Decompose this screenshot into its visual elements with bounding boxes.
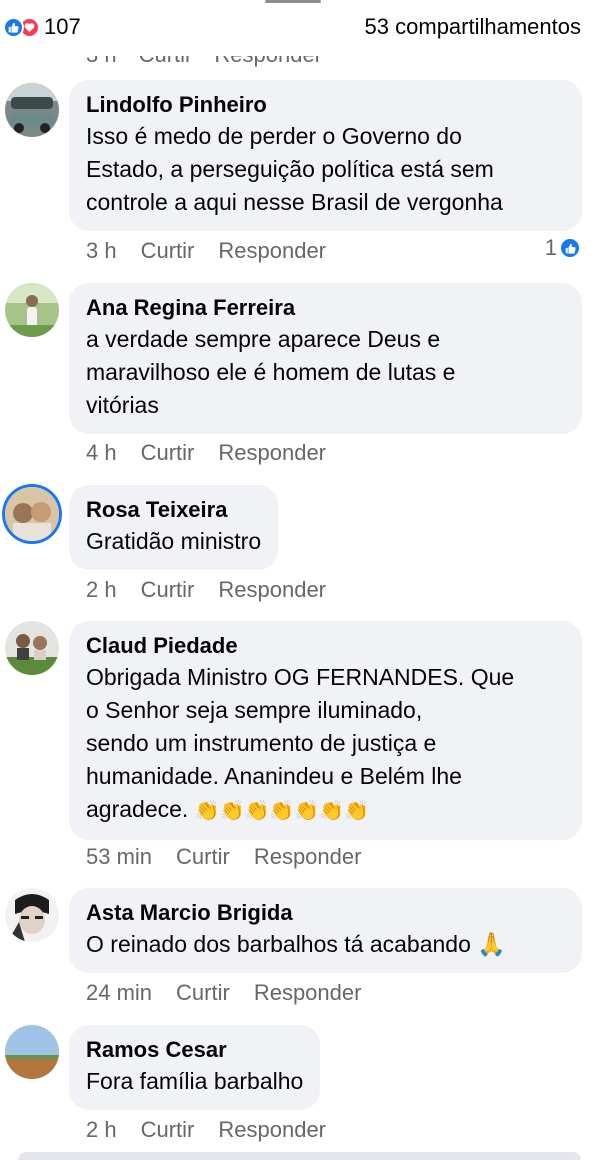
comment-actions: 2 h Curtir Responder: [86, 577, 350, 603]
comment-time: 3 h: [86, 238, 117, 263]
comment-actions: 53 min Curtir Responder: [86, 844, 385, 870]
like-link[interactable]: Curtir: [176, 980, 230, 1005]
comment-composer-edge[interactable]: [18, 1152, 581, 1160]
avatar[interactable]: [5, 1025, 59, 1079]
comment-bubble[interactable]: Claud Piedade Obrigada Ministro OG FERNA…: [69, 621, 582, 840]
comment-text: Isso é medo de perder o Governo do Estad…: [86, 123, 503, 215]
comment-text-block: O reinado dos barbalhos tá acabando 🙏: [86, 928, 565, 961]
avatar[interactable]: [5, 621, 59, 675]
comment-reaction-count[interactable]: 1: [545, 235, 581, 261]
reply-link[interactable]: Responder: [218, 577, 326, 602]
comment-text: Obrigada Ministro OG FERNANDES. Que o Se…: [86, 664, 515, 822]
comment-time: 53 min: [86, 844, 153, 869]
reply-link[interactable]: Responder: [254, 980, 362, 1005]
like-link[interactable]: Curtir: [141, 238, 195, 263]
reactions-header: 107 53 compartilhamentos: [0, 0, 599, 56]
comment-bubble[interactable]: Ana Regina Ferreira a verdade sempre apa…: [69, 283, 582, 434]
like-reaction-icon: [3, 16, 24, 38]
comment-bubble[interactable]: Ramos Cesar Fora família barbalho: [69, 1025, 321, 1110]
comment-bubble[interactable]: Lindolfo Pinheiro Isso é medo de perder …: [69, 80, 582, 231]
comment-actions: 4 h Curtir Responder: [86, 440, 350, 466]
reaction-count: 107: [44, 14, 81, 39]
comment-text: a verdade sempre aparece Deus e maravilh…: [86, 326, 456, 418]
comment-actions: 24 min Curtir Responder: [86, 980, 385, 1006]
commenter-name[interactable]: Rosa Teixeira: [86, 495, 261, 525]
clapping-hands-emoji: 👏👏👏👏👏👏👏: [194, 800, 370, 822]
commenter-name[interactable]: Asta Marcio Brigida: [86, 898, 565, 928]
comment-actions: 2 h Curtir Responder: [86, 1117, 350, 1143]
comment-actions: 3 h Curtir Responder: [86, 238, 350, 264]
commenter-name[interactable]: Claud Piedade: [86, 631, 565, 661]
comment-time: 24 min: [86, 980, 153, 1005]
commenter-name[interactable]: Lindolfo Pinheiro: [86, 90, 565, 120]
like-link[interactable]: Curtir: [141, 577, 195, 602]
reply-link[interactable]: Responder: [218, 238, 326, 263]
commenter-name[interactable]: Ramos Cesar: [86, 1035, 303, 1065]
comment-text-block: Obrigada Ministro OG FERNANDES. Que o Se…: [86, 661, 565, 828]
like-reaction-icon: [559, 237, 581, 259]
reaction-summary[interactable]: 107: [3, 14, 81, 40]
commenter-name[interactable]: Ana Regina Ferreira: [86, 293, 565, 323]
comment-bubble[interactable]: Rosa Teixeira Gratidão ministro: [69, 485, 279, 570]
avatar[interactable]: [5, 83, 59, 137]
comment-time: 2 h: [86, 1117, 117, 1142]
drag-handle[interactable]: [265, 0, 321, 3]
avatar[interactable]: [5, 487, 59, 541]
reply-link[interactable]: Responder: [218, 440, 326, 465]
comment-text: O reinado dos barbalhos tá acabando: [86, 931, 471, 957]
reply-link[interactable]: Responder: [254, 844, 362, 869]
shares-count[interactable]: 53 compartilhamentos: [365, 14, 581, 40]
comment-text: Gratidão ministro: [86, 528, 262, 554]
avatar[interactable]: [5, 888, 59, 942]
comment-text: Fora família barbalho: [86, 1068, 304, 1094]
comment-time: 4 h: [86, 440, 117, 465]
like-link[interactable]: Curtir: [141, 1117, 195, 1142]
like-link[interactable]: Curtir: [141, 440, 195, 465]
folded-hands-emoji: 🙏: [477, 931, 506, 957]
comment-bubble[interactable]: Asta Marcio Brigida O reinado dos barbal…: [69, 888, 582, 973]
avatar[interactable]: [5, 283, 59, 337]
reaction-number: 1: [544, 235, 557, 260]
comment-time: 2 h: [86, 577, 117, 602]
like-link[interactable]: Curtir: [176, 844, 230, 869]
reply-link[interactable]: Responder: [218, 1117, 326, 1142]
